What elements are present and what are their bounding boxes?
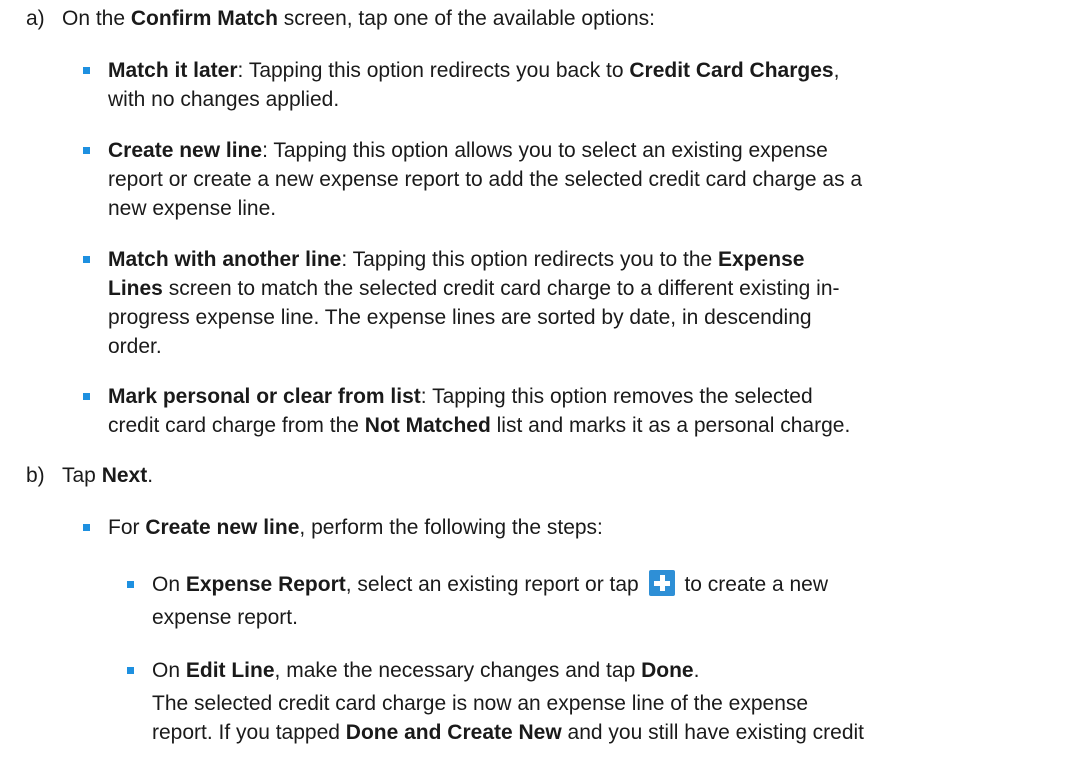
item-line: new expense line. [108,197,277,220]
bullet [83,256,90,263]
bullet [127,667,134,674]
step-label: b) [26,464,45,487]
item-line: For Create new line, perform the followi… [108,516,603,539]
item-line: report or create a new expense report to… [108,168,863,191]
step-label: a) [26,7,45,30]
step-text: Tap Next. [62,464,154,487]
item-line: Create new line: Tapping this option all… [108,139,828,162]
item-line: On Edit Line, make the necessary changes… [152,659,700,682]
bullet [127,581,134,588]
item-line: report. If you tapped Done and Create Ne… [152,721,865,744]
item-line: with no changes applied. [108,88,340,111]
item-line: Lines screen to match the selected credi… [108,277,840,300]
bullet [83,524,90,531]
item-line: order. [108,335,162,358]
item-line: Mark personal or clear from list: Tappin… [108,385,813,408]
bullet [83,147,90,154]
item-line: The selected credit card charge is now a… [152,692,809,715]
item-line: progress expense line. The expense lines… [108,306,812,329]
item-line: On Expense Report, select an existing re… [152,570,828,599]
step-text: On the Confirm Match screen, tap one of … [62,7,655,30]
item-line: expense report. [152,606,298,629]
bullet [83,393,90,400]
item-line: Match it later: Tapping this option redi… [108,59,840,82]
item-line: Match with another line: Tapping this op… [108,248,805,271]
bullet [83,67,90,74]
plus-icon[interactable] [648,570,675,596]
item-line: credit card charge from the Not Matched … [108,414,851,437]
